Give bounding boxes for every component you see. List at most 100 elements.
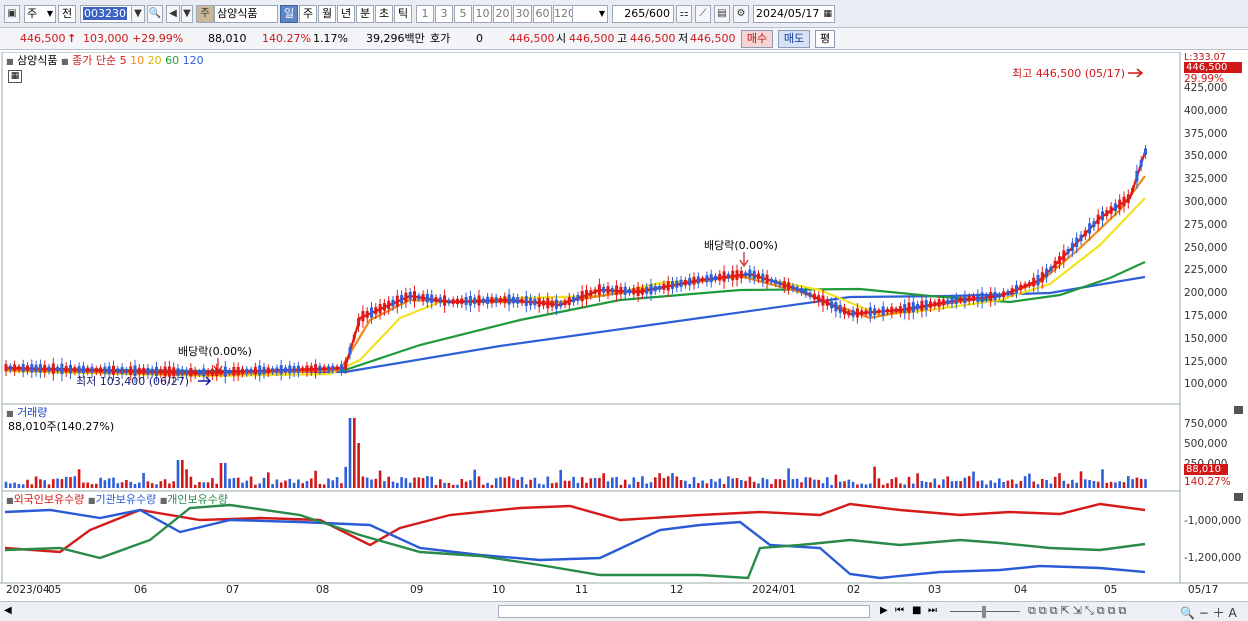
period-tab-6[interactable]: 틱 (394, 5, 412, 23)
volume-bar (1071, 479, 1074, 488)
candle-body (1079, 234, 1083, 242)
window-icon[interactable]: ▣ (4, 5, 20, 23)
volume-bar (851, 481, 855, 488)
ma-60-label: 60 (161, 54, 180, 67)
chart-area[interactable] (0, 52, 1248, 605)
gear-icon[interactable]: ⚙ (733, 5, 749, 23)
x-tick: 07 (226, 584, 240, 596)
candle-body (1113, 203, 1117, 212)
volume-bar (129, 481, 132, 488)
quote-bar: 446,500 ↑ 103,000 +29.99% 88,010 140.27%… (0, 28, 1248, 50)
interval-tab-60[interactable]: 60 (533, 5, 552, 23)
zoom-handle[interactable] (982, 606, 986, 618)
volume-bar (632, 477, 636, 488)
volume-bar (709, 479, 713, 488)
volume-bar (365, 477, 369, 488)
zoom-icons[interactable]: 🔍 − ＋ A (1180, 604, 1237, 621)
interval-tab-1[interactable]: 1 (416, 5, 434, 23)
candle-body (236, 367, 240, 376)
speaker-icon[interactable]: ◀ (166, 5, 180, 23)
candle-body (903, 304, 907, 314)
volume-bar (641, 476, 644, 488)
stock-name-field[interactable]: 삼양식품 (214, 5, 278, 23)
interval-tab-30[interactable]: 30 (513, 5, 532, 23)
candle-body (86, 367, 90, 373)
period-tab-3[interactable]: 년 (337, 5, 355, 23)
volume-bar (684, 480, 687, 488)
candle-body (309, 365, 313, 372)
candle-icon[interactable]: ⚏ (676, 5, 692, 23)
volume-bar (916, 473, 919, 488)
ma-5-label: 5 (119, 54, 127, 67)
interval-tab-5[interactable]: 5 (454, 5, 472, 23)
interval-tab-3[interactable]: 3 (435, 5, 453, 23)
market-select[interactable]: 주 ▼ (24, 5, 56, 23)
volume-bar (520, 476, 524, 488)
volume-bar (1053, 476, 1057, 488)
volume-bar (645, 483, 648, 488)
interval-tab-10[interactable]: 10 (473, 5, 492, 23)
candle-body (589, 290, 593, 296)
candle-body (722, 271, 726, 282)
interval-input[interactable]: ▼ (572, 5, 608, 23)
scrollbar-thumb[interactable] (498, 605, 870, 618)
candle-body (744, 272, 748, 277)
tool-icons[interactable]: ⧉⧉⧉⇱⇲⤡⧉⧉⧉ (1028, 604, 1129, 618)
code-dropdown[interactable]: ▼ (131, 5, 145, 23)
volume-bar (950, 481, 954, 488)
candle-body (331, 365, 335, 371)
volume-bar (507, 476, 511, 488)
last-icon[interactable]: ⏭ (928, 605, 937, 616)
candle-body (886, 308, 889, 313)
volume-bar (473, 469, 476, 488)
volume-bar (1015, 483, 1018, 488)
search-icon[interactable]: 🔍 (147, 5, 163, 23)
interval-tab-20[interactable]: 20 (493, 5, 512, 23)
line-tool-icon[interactable]: ⟋ (695, 5, 711, 23)
table-icon[interactable]: ▦ (8, 70, 22, 83)
scroll-right-icon[interactable]: ▶ (880, 605, 888, 616)
volume-bar (542, 484, 545, 488)
y-tick: 175,000 (1184, 310, 1228, 322)
y-tick: 150,000 (1184, 332, 1228, 345)
count-value: 265 (624, 7, 646, 20)
volume-bar (378, 470, 382, 488)
period-tab-2[interactable]: 월 (318, 5, 336, 23)
dividend-note-1: 배당락(0.00%) (178, 345, 252, 358)
buy-button[interactable]: 매수 (741, 30, 773, 48)
volume-bar (1062, 480, 1066, 488)
candle-body (748, 269, 752, 278)
code-field[interactable]: 003230 (80, 5, 132, 23)
volume-bar (563, 480, 567, 488)
volume-bar (877, 478, 881, 488)
candle-body (653, 285, 657, 292)
close-pane-icon[interactable] (1234, 406, 1243, 414)
date-field[interactable]: 2024/05/17 ▦ (753, 5, 835, 23)
period-tab-0[interactable]: 일 (280, 5, 298, 23)
candle-body (344, 361, 348, 369)
sell-button[interactable]: 매도 (778, 30, 810, 48)
candle-body (580, 290, 584, 302)
candle-body (997, 293, 1001, 298)
candle-body (683, 279, 687, 286)
chevron-down-icon[interactable]: ▼ (181, 5, 193, 23)
period-tab-5[interactable]: 초 (375, 5, 393, 23)
first-icon[interactable]: ⏮ (895, 605, 904, 616)
candle-body (425, 293, 429, 303)
candle-body (434, 297, 438, 303)
chart-canvas[interactable] (0, 52, 1248, 605)
close-pane-icon[interactable] (1234, 493, 1243, 501)
save-icon[interactable]: ▤ (714, 5, 730, 23)
code-value: 003230 (83, 7, 127, 20)
prev-button[interactable]: 전 (58, 5, 76, 23)
scroll-left-icon[interactable]: ◀ (4, 605, 12, 616)
candle-body (490, 296, 494, 304)
stop-icon[interactable]: ■ (912, 605, 921, 616)
candle-body (804, 290, 808, 295)
count-field[interactable]: 265/600 (612, 5, 674, 23)
period-tab-1[interactable]: 주 (299, 5, 317, 23)
current-price: 446,500 (20, 32, 66, 45)
period-tab-4[interactable]: 분 (356, 5, 374, 23)
avg-button[interactable]: 평 (815, 30, 835, 48)
candle-body (847, 310, 851, 316)
